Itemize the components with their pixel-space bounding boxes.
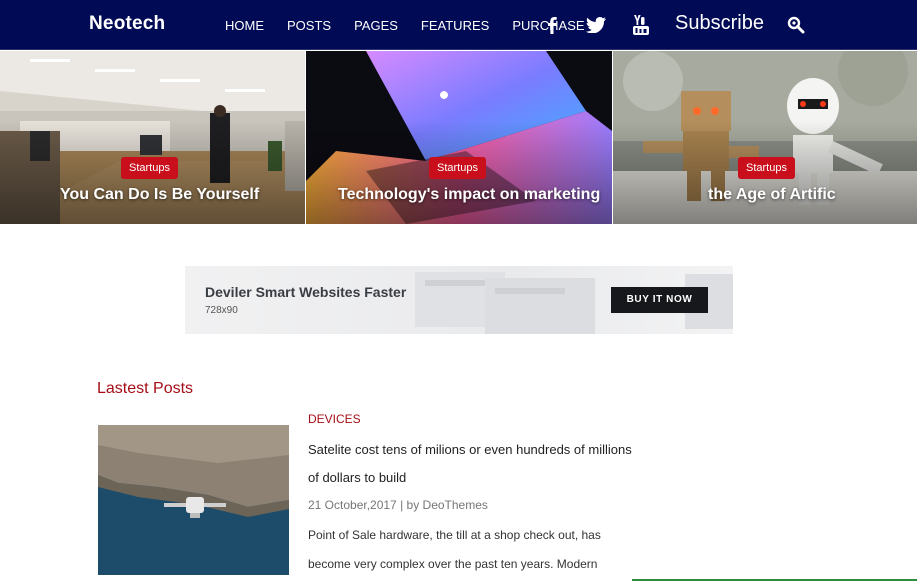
nav-link-home[interactable]: HOME bbox=[225, 18, 264, 33]
ad-size-label: 728x90 bbox=[205, 305, 238, 316]
category-badge[interactable]: Startups bbox=[738, 157, 795, 179]
ad-banner[interactable]: Deviler Smart Websites Faster 728x90 BUY… bbox=[185, 266, 733, 334]
ad-headline: Deviler Smart Websites Faster bbox=[205, 284, 407, 300]
top-navbar: Neotech HOME POSTS PAGES FEATURES PURCHA… bbox=[0, 0, 917, 50]
post-category-link[interactable]: DEVICES bbox=[308, 412, 361, 426]
nav-link-posts[interactable]: POSTS bbox=[287, 18, 331, 33]
featured-card[interactable]: Startups the Age of Artific bbox=[613, 51, 917, 224]
subscribe-link[interactable]: Subscribe bbox=[675, 12, 764, 35]
category-badge[interactable]: Startups bbox=[121, 157, 178, 179]
post-thumbnail[interactable] bbox=[98, 425, 289, 575]
youtube-icon[interactable] bbox=[630, 0, 652, 50]
featured-card[interactable]: Startups Technology's impact on marketin… bbox=[306, 51, 612, 224]
satellite-image bbox=[98, 425, 289, 575]
category-badge[interactable]: Startups bbox=[429, 157, 486, 179]
post-meta: 21 October,2017 | by DeoThemes bbox=[308, 498, 488, 512]
featured-slider: Startups You Can Do Is Be Yourself Start… bbox=[0, 51, 917, 224]
post-excerpt: Point of Sale hardware, the till at a sh… bbox=[308, 528, 601, 571]
nav-link-features[interactable]: FEATURES bbox=[421, 18, 489, 33]
facebook-icon[interactable] bbox=[543, 0, 561, 50]
section-heading: Lastest Posts bbox=[97, 380, 194, 397]
featured-title[interactable]: the Age of Artific bbox=[708, 186, 836, 204]
post-title-link[interactable]: Satelite cost tens of milions or even hu… bbox=[308, 436, 638, 492]
buy-now-button[interactable]: BUY IT NOW bbox=[611, 287, 708, 313]
twitter-icon[interactable] bbox=[584, 0, 608, 50]
search-icon[interactable] bbox=[786, 0, 806, 50]
featured-title[interactable]: You Can Do Is Be Yourself bbox=[60, 186, 259, 204]
nav-link-pages[interactable]: PAGES bbox=[354, 18, 398, 33]
featured-title[interactable]: Technology's impact on marketing bbox=[338, 186, 600, 204]
site-logo[interactable]: Neotech bbox=[89, 13, 165, 35]
featured-card[interactable]: Startups You Can Do Is Be Yourself bbox=[0, 51, 305, 224]
